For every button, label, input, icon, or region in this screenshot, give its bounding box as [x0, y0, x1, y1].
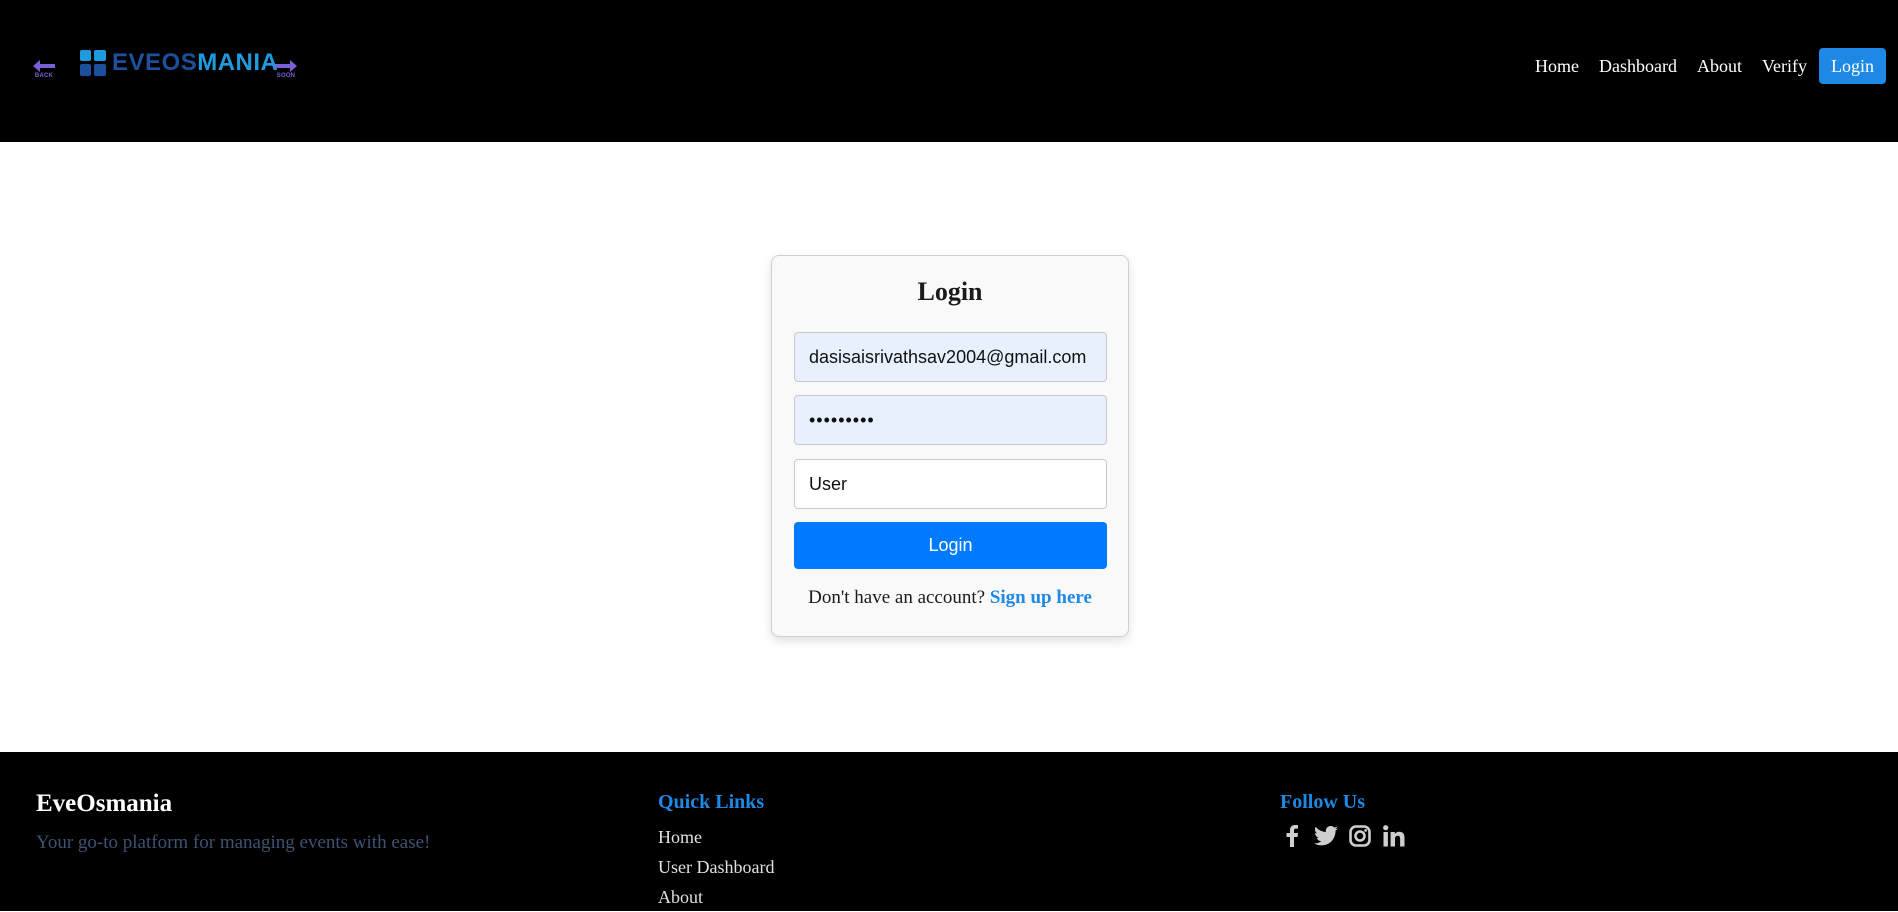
footer-link-user-dashboard[interactable]: User Dashboard — [658, 852, 774, 882]
login-card: Login User Login Don't have an account? … — [771, 255, 1129, 637]
linkedin-icon[interactable] — [1382, 824, 1406, 848]
signup-prompt: Don't have an account? — [808, 587, 986, 608]
login-title: Login — [917, 277, 983, 306]
brand-name-part2: MANIA — [197, 49, 279, 76]
social-links — [1280, 824, 1416, 848]
arrow-right-icon — [275, 60, 297, 72]
email-field[interactable] — [794, 332, 1107, 382]
facebook-icon[interactable] — [1280, 824, 1304, 848]
nav-home[interactable]: Home — [1535, 48, 1579, 84]
footer-tagline: Your go-to platform for managing events … — [36, 832, 431, 853]
main-nav: Home Dashboard About Verify Login — [1515, 48, 1886, 84]
nav-dashboard[interactable]: Dashboard — [1599, 48, 1677, 84]
brand-name-part1: EVEOS — [112, 49, 198, 76]
password-field[interactable] — [794, 395, 1107, 445]
site-footer: EveOsmania Your go-to platform for manag… — [0, 752, 1898, 911]
arrow-left-icon — [33, 60, 55, 72]
grid-logo-icon — [80, 50, 106, 76]
site-header: BACK EVEOSMANIA SOON Home Dashboard Abou… — [0, 0, 1898, 142]
signup-link[interactable]: Sign up here — [990, 587, 1092, 608]
role-select[interactable]: User — [794, 459, 1107, 509]
twitter-icon[interactable] — [1314, 824, 1338, 848]
signup-prompt-row: Don't have an account? Sign up here — [772, 586, 1128, 610]
login-submit-button[interactable]: Login — [794, 522, 1107, 569]
footer-link-about[interactable]: About — [658, 882, 774, 912]
soon-caption: SOON — [276, 73, 296, 79]
forward-button[interactable]: SOON — [274, 60, 298, 84]
footer-link-home[interactable]: Home — [658, 822, 774, 852]
nav-verify[interactable]: Verify — [1762, 48, 1807, 84]
back-button[interactable]: BACK — [32, 60, 56, 84]
brand-logo[interactable]: EVEOSMANIA — [80, 48, 278, 78]
instagram-icon[interactable] — [1348, 824, 1372, 848]
brand-name: EVEOSMANIA — [112, 48, 278, 78]
quick-links-list: Home User Dashboard About — [658, 822, 774, 912]
footer-brand: EveOsmania — [36, 790, 173, 817]
back-caption: BACK — [34, 73, 54, 79]
nav-about[interactable]: About — [1697, 48, 1742, 84]
quick-links-heading: Quick Links — [658, 791, 765, 813]
follow-us-heading: Follow Us — [1280, 791, 1365, 813]
nav-login-button[interactable]: Login — [1819, 48, 1886, 84]
